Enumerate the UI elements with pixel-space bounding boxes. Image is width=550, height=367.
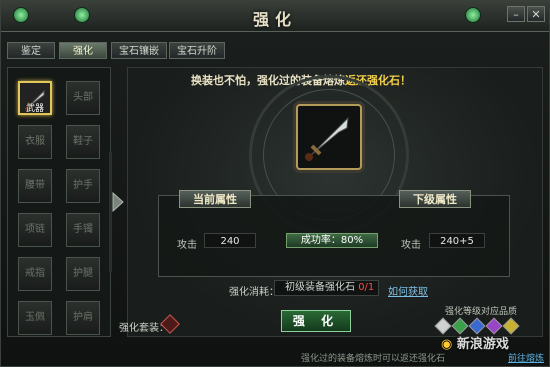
current-attack-value: 240 [204, 233, 256, 248]
slot-necklace[interactable]: 项链 [18, 213, 52, 247]
tab-identify[interactable]: 鉴定 [7, 42, 55, 59]
cost-label: 强化消耗： [229, 287, 279, 298]
slot-bracelet[interactable]: 手镯 [66, 213, 100, 247]
enhance-window: 强化 – ✕ 鉴定 强化 宝石镶嵌 宝石升阶 武器 头部 衣服 鞋子 腰带 护手… [0, 0, 550, 367]
current-attack-label: 攻击 [177, 240, 197, 251]
slot-head[interactable]: 头部 [66, 81, 100, 115]
tab-gem-inlay[interactable]: 宝石镶嵌 [111, 42, 167, 59]
next-attr-header: 下级属性 [399, 190, 471, 208]
slot-leggings[interactable]: 护腿 [66, 257, 100, 291]
target-item-slot[interactable] [296, 104, 362, 170]
slot-shoes[interactable]: 鞋子 [66, 125, 100, 159]
slot-jade[interactable]: 玉佩 [18, 301, 52, 335]
enhance-button[interactable]: 强 化 [281, 310, 351, 332]
slot-gloves[interactable]: 护手 [66, 169, 100, 203]
cost-item-name: 初级装备强化石 [285, 282, 355, 293]
watermark-text: 新浪游戏 [456, 337, 509, 352]
next-attack-value: 240+5 [429, 233, 485, 248]
slot-ring[interactable]: 戒指 [18, 257, 52, 291]
slot-belt[interactable]: 腰带 [18, 169, 52, 203]
slot-shoulder[interactable]: 护肩 [66, 301, 100, 335]
next-attack-label: 攻击 [401, 240, 421, 251]
footer-note: 强化过的装备熔炼时可以返还强化石 [301, 354, 446, 364]
cost-item-box: 初级装备强化石 0/1 [274, 280, 379, 296]
success-rate-bar: 成功率：80% [286, 233, 378, 248]
tab-enhance[interactable]: 强化 [59, 42, 107, 59]
sina-watermark: ◉ 新浪游戏 [441, 333, 509, 352]
goto-smelt-link[interactable]: 前往熔炼 [508, 351, 544, 364]
cost-item-count: 0/1 [358, 282, 375, 293]
minimize-button[interactable]: – [507, 6, 525, 22]
tab-gem-upgrade[interactable]: 宝石升阶 [169, 42, 225, 59]
slot-weapon[interactable]: 武器 [18, 81, 52, 115]
arrow-right-icon [112, 191, 124, 213]
slot-clothes[interactable]: 衣服 [18, 125, 52, 159]
how-to-get-link[interactable]: 如何获取 [388, 283, 428, 298]
sword-icon [305, 116, 349, 161]
close-button[interactable]: ✕ [527, 6, 545, 22]
window-title: 强化 [252, 10, 297, 29]
equipment-slot-panel: 武器 头部 衣服 鞋子 腰带 护手 项链 手镯 戒指 护腿 玉佩 护肩 [7, 67, 111, 337]
title-bar: 强化 – ✕ [1, 1, 549, 32]
current-attr-header: 当前属性 [179, 190, 251, 208]
slot-label: 武器 [25, 104, 44, 114]
grade-quality-label: 强化等级对应品质 [445, 307, 518, 317]
sina-eye-icon: ◉ [441, 337, 453, 352]
